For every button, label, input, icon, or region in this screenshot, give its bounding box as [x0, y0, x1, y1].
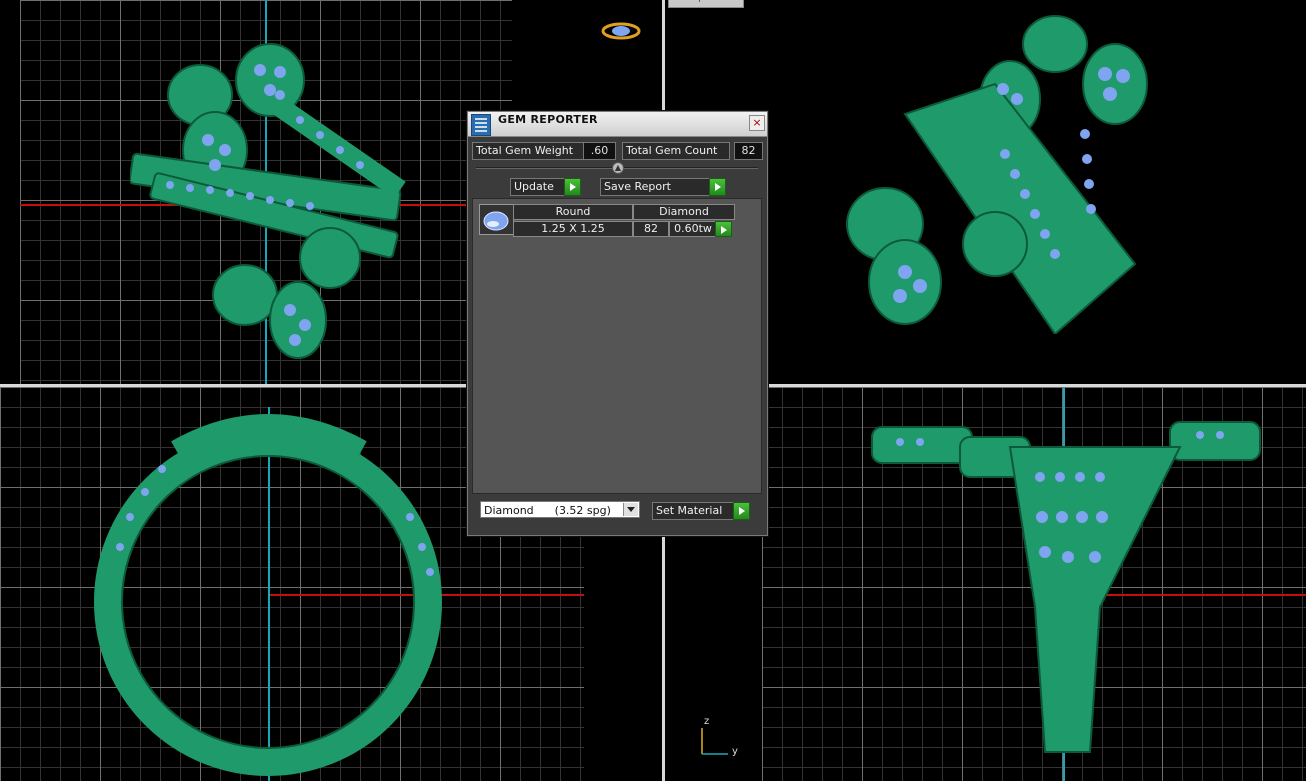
gem-size-cell: 1.25 X 1.25 — [513, 221, 633, 237]
gem-shape-header: Round — [513, 204, 633, 220]
play-arrow-icon — [733, 502, 750, 520]
gem-weight-cell: 0.60tw — [669, 221, 717, 237]
set-material-button[interactable]: Set Material — [652, 502, 750, 520]
round-gem-thumbnail-icon[interactable] — [479, 204, 514, 235]
y-axis-label: y — [732, 746, 738, 757]
panel-title: GEM REPORTER — [498, 113, 598, 126]
total-gem-count-label: Total Gem Count — [622, 142, 730, 160]
ring-model-side-view — [871, 421, 1261, 753]
save-report-button[interactable]: Save Report — [600, 178, 726, 196]
ring-model-perspective-view — [846, 15, 1148, 334]
ring-model-front-view — [94, 414, 442, 776]
chevron-down-icon[interactable] — [623, 503, 638, 516]
update-button[interactable]: Update — [510, 178, 581, 196]
gem-reporter-app-icon — [471, 114, 491, 136]
z-axis-label: z — [704, 716, 710, 727]
axes-gizmo: z y — [698, 716, 744, 758]
play-arrow-icon — [709, 178, 726, 196]
gem-material-header: Diamond — [633, 204, 735, 220]
gem-row-action-button[interactable] — [715, 221, 732, 237]
ring-model-top-view — [130, 43, 406, 359]
update-button-label: Update — [514, 180, 554, 193]
gem-list: Round Diamond 1.25 X 1.25 82 0.60tw — [472, 198, 762, 494]
total-gem-weight-value: .60 — [583, 142, 616, 160]
material-select-value: Diamond (3.52 spg) — [484, 504, 611, 517]
panel-title-bar[interactable]: GEM REPORTER × — [468, 112, 767, 137]
play-arrow-icon — [564, 178, 581, 196]
save-report-button-label: Save Report — [604, 180, 671, 193]
gem-count-cell: 82 — [633, 221, 669, 237]
collapse-toggle-icon[interactable]: ▲ — [612, 162, 624, 174]
close-icon[interactable]: × — [749, 115, 765, 131]
perspective-viewport-tab[interactable]: Perspective — [668, 0, 744, 8]
gem-reporter-panel: GEM REPORTER × Total Gem Weight .60 Tota… — [467, 111, 768, 536]
total-gem-count-value: 82 — [734, 142, 763, 160]
play-arrow-icon — [715, 221, 732, 237]
gem-widget-icon[interactable] — [601, 20, 641, 42]
set-material-button-label: Set Material — [656, 504, 723, 517]
material-select[interactable]: Diamond (3.52 spg) — [480, 501, 640, 518]
total-gem-weight-label: Total Gem Weight — [472, 142, 584, 160]
